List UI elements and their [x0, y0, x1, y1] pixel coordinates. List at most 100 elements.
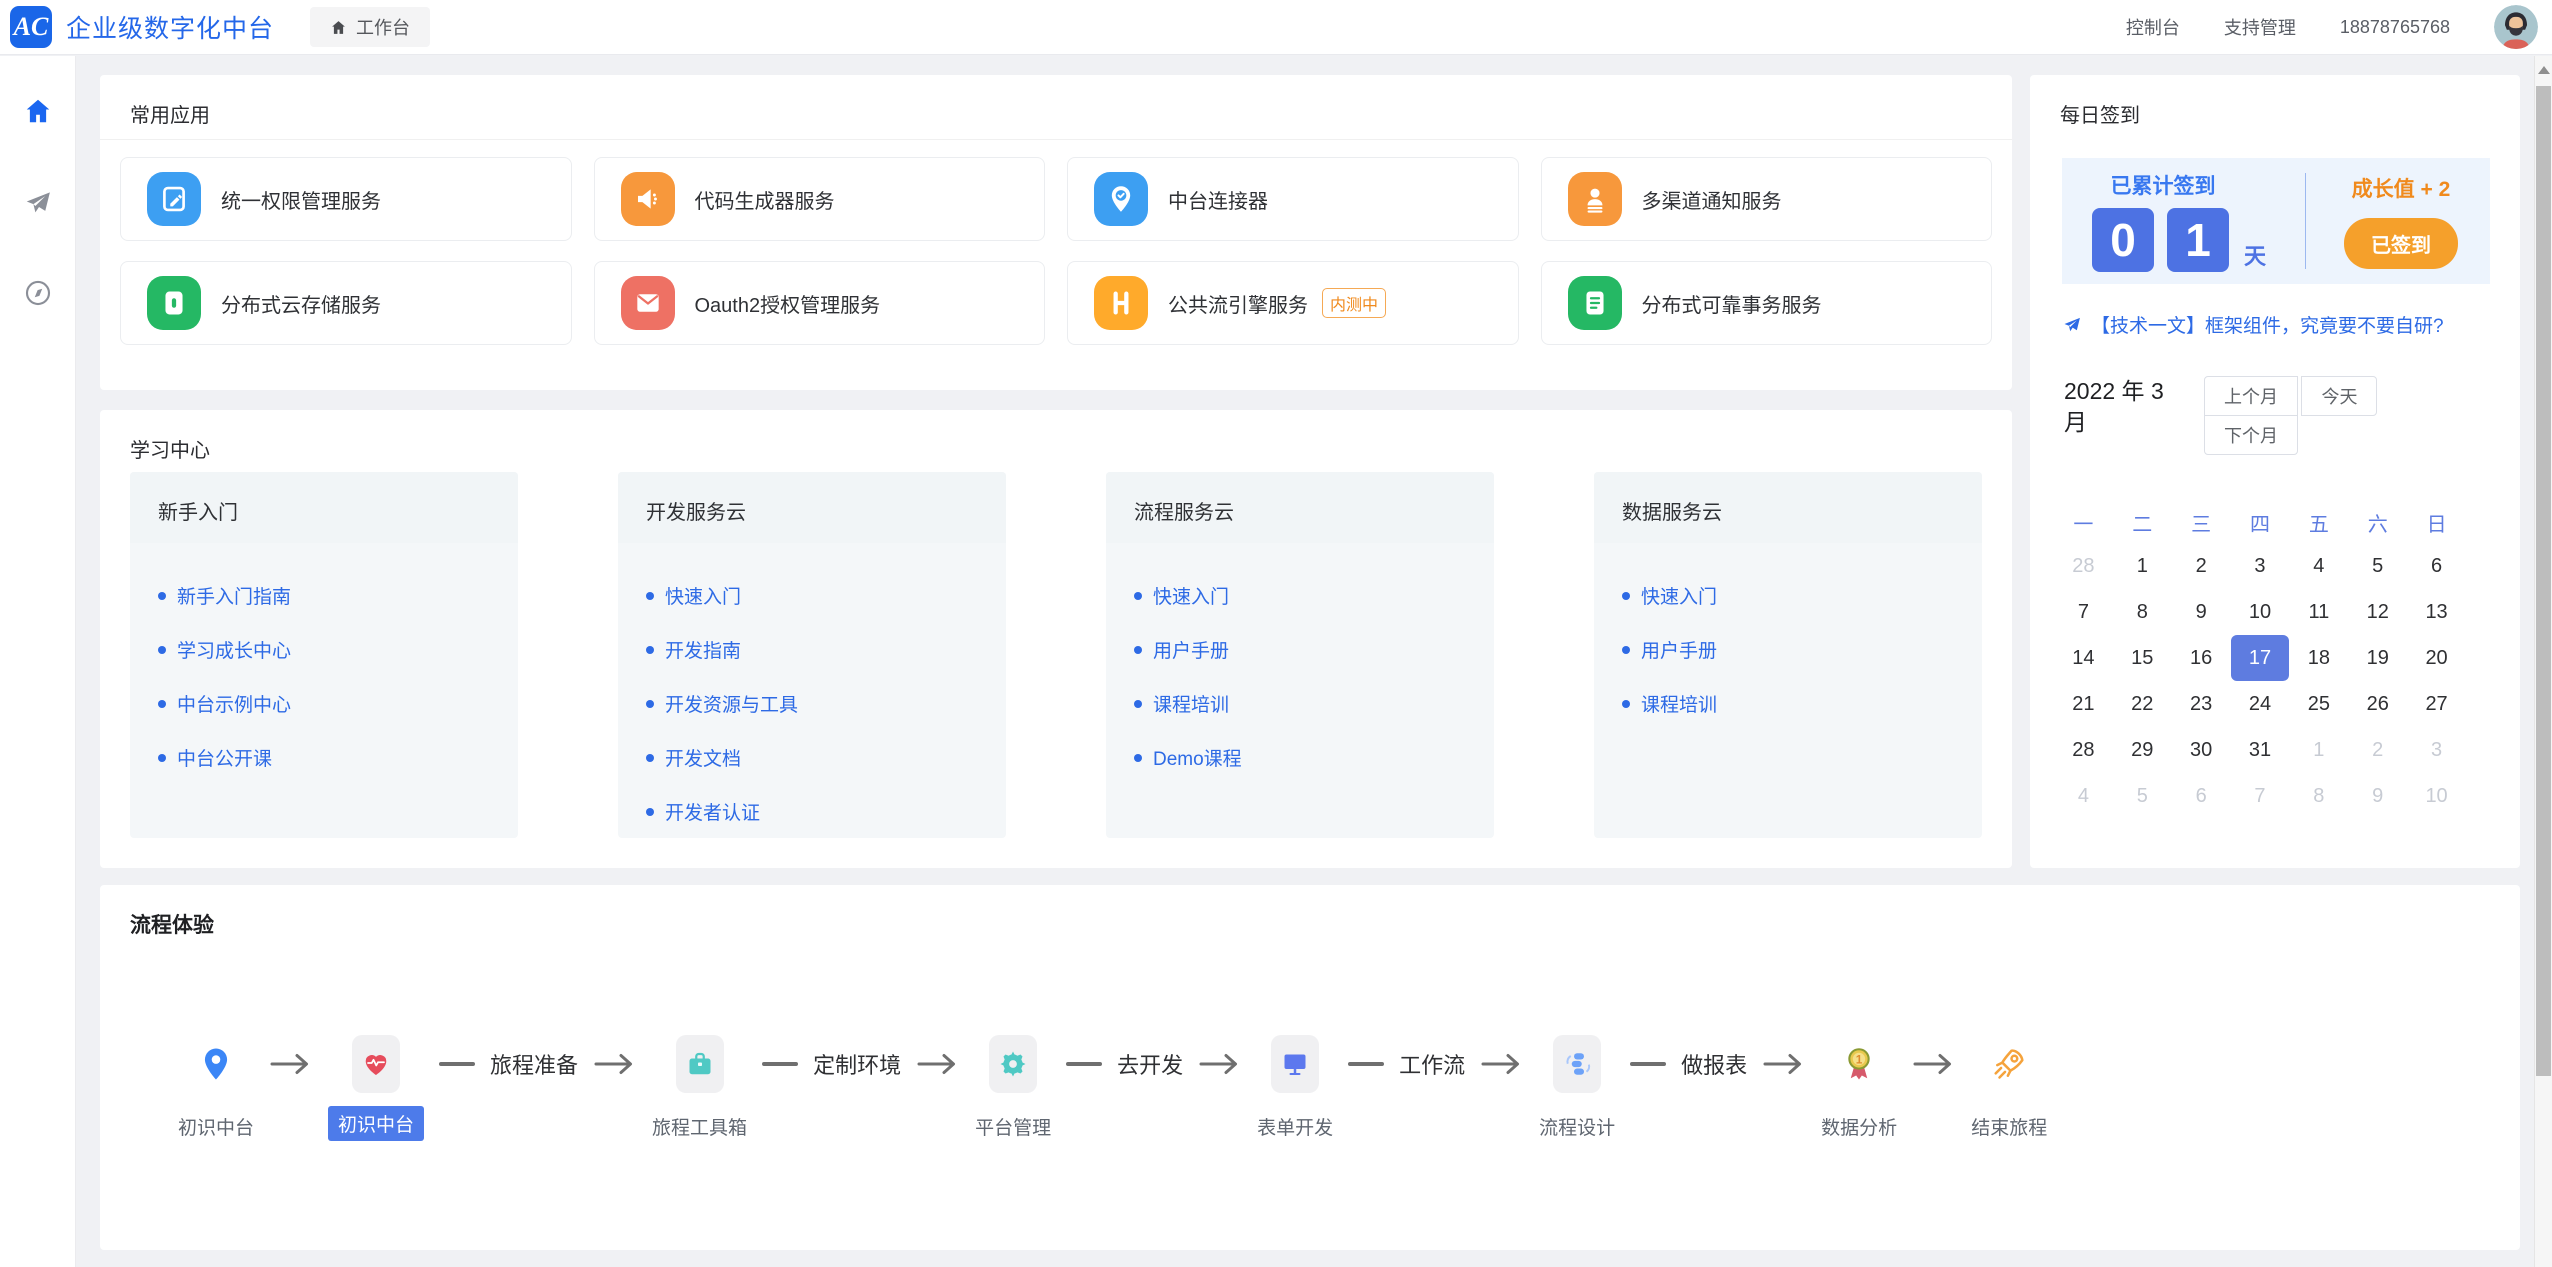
signed-in-button[interactable]: 已签到: [2344, 218, 2458, 269]
flow-step[interactable]: 初识中台: [178, 1035, 254, 1140]
flow-experience-title: 流程体验: [100, 885, 2520, 939]
learning-link[interactable]: 快速入门: [1622, 582, 1982, 609]
calendar-day[interactable]: 20: [2407, 635, 2466, 681]
learning-link[interactable]: 用户手册: [1134, 636, 1494, 663]
calendar-day[interactable]: 6: [2407, 543, 2466, 589]
flow-connector-label: 工作流: [1399, 1048, 1465, 1080]
today-button[interactable]: 今天: [2301, 376, 2377, 416]
learning-link[interactable]: 中台公开课: [158, 744, 518, 771]
calendar-day[interactable]: 29: [2113, 727, 2172, 773]
flow-step[interactable]: 初识中台: [328, 1035, 424, 1141]
calendar-day[interactable]: 9: [2172, 589, 2231, 635]
calendar-day[interactable]: 31: [2231, 727, 2290, 773]
doc-list-icon: [1568, 276, 1622, 330]
app-card[interactable]: 分布式可靠事务服务: [1541, 261, 1993, 345]
learning-link[interactable]: Demo课程: [1134, 744, 1494, 771]
calendar-day[interactable]: 7: [2231, 773, 2290, 819]
flow-step-iconzone: [989, 1035, 1037, 1093]
calendar-day[interactable]: 15: [2113, 635, 2172, 681]
calendar-day[interactable]: 4: [2054, 773, 2113, 819]
calendar-day[interactable]: 4: [2289, 543, 2348, 589]
learning-link[interactable]: 快速入门: [1134, 582, 1494, 609]
calendar-day[interactable]: 13: [2407, 589, 2466, 635]
flow-step[interactable]: 1数据分析: [1821, 1035, 1897, 1140]
calendar-day[interactable]: 10: [2407, 773, 2466, 819]
learning-link[interactable]: 开发指南: [646, 636, 1006, 663]
calendar-day[interactable]: 26: [2348, 681, 2407, 727]
learning-link[interactable]: 快速入门: [646, 582, 1006, 609]
calendar-day[interactable]: 25: [2289, 681, 2348, 727]
calendar-day[interactable]: 9: [2348, 773, 2407, 819]
calendar-day[interactable]: 28: [2054, 727, 2113, 773]
calendar-day[interactable]: 1: [2289, 727, 2348, 773]
calendar-day[interactable]: 6: [2172, 773, 2231, 819]
calendar-day[interactable]: 23: [2172, 681, 2231, 727]
next-month-button[interactable]: 下个月: [2204, 415, 2298, 455]
app-card[interactable]: 代码生成器服务: [594, 157, 1046, 241]
learning-link[interactable]: 新手入门指南: [158, 582, 518, 609]
user-avatar[interactable]: [2494, 5, 2538, 49]
flow-step[interactable]: 结束旅程: [1971, 1035, 2047, 1140]
flow-step[interactable]: 表单开发: [1257, 1035, 1333, 1140]
prev-month-button[interactable]: 上个月: [2204, 376, 2298, 416]
article-link[interactable]: 【技术一文】框架组件，究竟要不要自研?: [2062, 311, 2490, 338]
flow-step[interactable]: 旅程工具箱: [652, 1035, 747, 1140]
calendar-day[interactable]: 2: [2172, 543, 2231, 589]
nav-phone[interactable]: 18878765768: [2340, 17, 2450, 38]
flow-step[interactable]: 流程设计: [1539, 1035, 1615, 1140]
flow-step-iconzone: [1553, 1035, 1601, 1093]
connector-line: [1630, 1062, 1666, 1066]
learning-link[interactable]: 中台示例中心: [158, 690, 518, 717]
nav-support[interactable]: 支持管理: [2224, 14, 2296, 40]
app-card[interactable]: 中台连接器: [1067, 157, 1519, 241]
sidebar-compass-icon[interactable]: [23, 278, 53, 308]
calendar-day[interactable]: 1: [2113, 543, 2172, 589]
calendar-day[interactable]: 22: [2113, 681, 2172, 727]
learning-link[interactable]: 开发文档: [646, 744, 1006, 771]
app-card[interactable]: 公共流引擎服务内测中: [1067, 261, 1519, 345]
tab-workbench[interactable]: 工作台: [310, 7, 430, 47]
calendar-day[interactable]: 19: [2348, 635, 2407, 681]
learning-link[interactable]: 学习成长中心: [158, 636, 518, 663]
app-card[interactable]: 统一权限管理服务: [120, 157, 572, 241]
calendar-day[interactable]: 27: [2407, 681, 2466, 727]
nav-console[interactable]: 控制台: [2126, 14, 2180, 40]
calendar-day[interactable]: 8: [2289, 773, 2348, 819]
calendar-day[interactable]: 30: [2172, 727, 2231, 773]
sidebar-home-icon[interactable]: [23, 96, 53, 126]
calendar-day[interactable]: 14: [2054, 635, 2113, 681]
app-card[interactable]: 多渠道通知服务: [1541, 157, 1993, 241]
digit-tile: 1: [2167, 208, 2229, 272]
calendar-day[interactable]: 2: [2348, 727, 2407, 773]
calendar-day[interactable]: 24: [2231, 681, 2290, 727]
arrow-right-icon: [1198, 1051, 1242, 1077]
scrollbar-thumb[interactable]: [2536, 86, 2551, 1076]
learning-link[interactable]: 课程培训: [1134, 690, 1494, 717]
growth-value-label: 成长值 + 2: [2352, 173, 2451, 203]
calendar-day[interactable]: 5: [2113, 773, 2172, 819]
calendar-day[interactable]: 5: [2348, 543, 2407, 589]
calendar-day[interactable]: 11: [2289, 589, 2348, 635]
calendar-day[interactable]: 8: [2113, 589, 2172, 635]
calendar-day[interactable]: 10: [2231, 589, 2290, 635]
heart-icon: [352, 1035, 400, 1093]
flow-step[interactable]: 平台管理: [975, 1035, 1051, 1140]
app-card[interactable]: Oauth2授权管理服务: [594, 261, 1046, 345]
calendar-day[interactable]: 3: [2231, 543, 2290, 589]
calendar-day[interactable]: 17: [2231, 635, 2290, 681]
learning-link[interactable]: 开发者认证: [646, 798, 1006, 825]
app-label: 中台连接器: [1168, 185, 1268, 214]
learning-link[interactable]: 课程培训: [1622, 690, 1982, 717]
calendar-day[interactable]: 28: [2054, 543, 2113, 589]
learning-link[interactable]: 开发资源与工具: [646, 690, 1006, 717]
app-card[interactable]: 分布式云存储服务: [120, 261, 572, 345]
scrollbar-up-arrow-icon[interactable]: [2538, 66, 2550, 74]
sidebar-send-icon[interactable]: [23, 188, 53, 218]
calendar-day[interactable]: 7: [2054, 589, 2113, 635]
learning-link[interactable]: 用户手册: [1622, 636, 1982, 663]
calendar-day[interactable]: 12: [2348, 589, 2407, 635]
calendar-day[interactable]: 18: [2289, 635, 2348, 681]
calendar-day[interactable]: 3: [2407, 727, 2466, 773]
calendar-day[interactable]: 21: [2054, 681, 2113, 727]
calendar-day[interactable]: 16: [2172, 635, 2231, 681]
